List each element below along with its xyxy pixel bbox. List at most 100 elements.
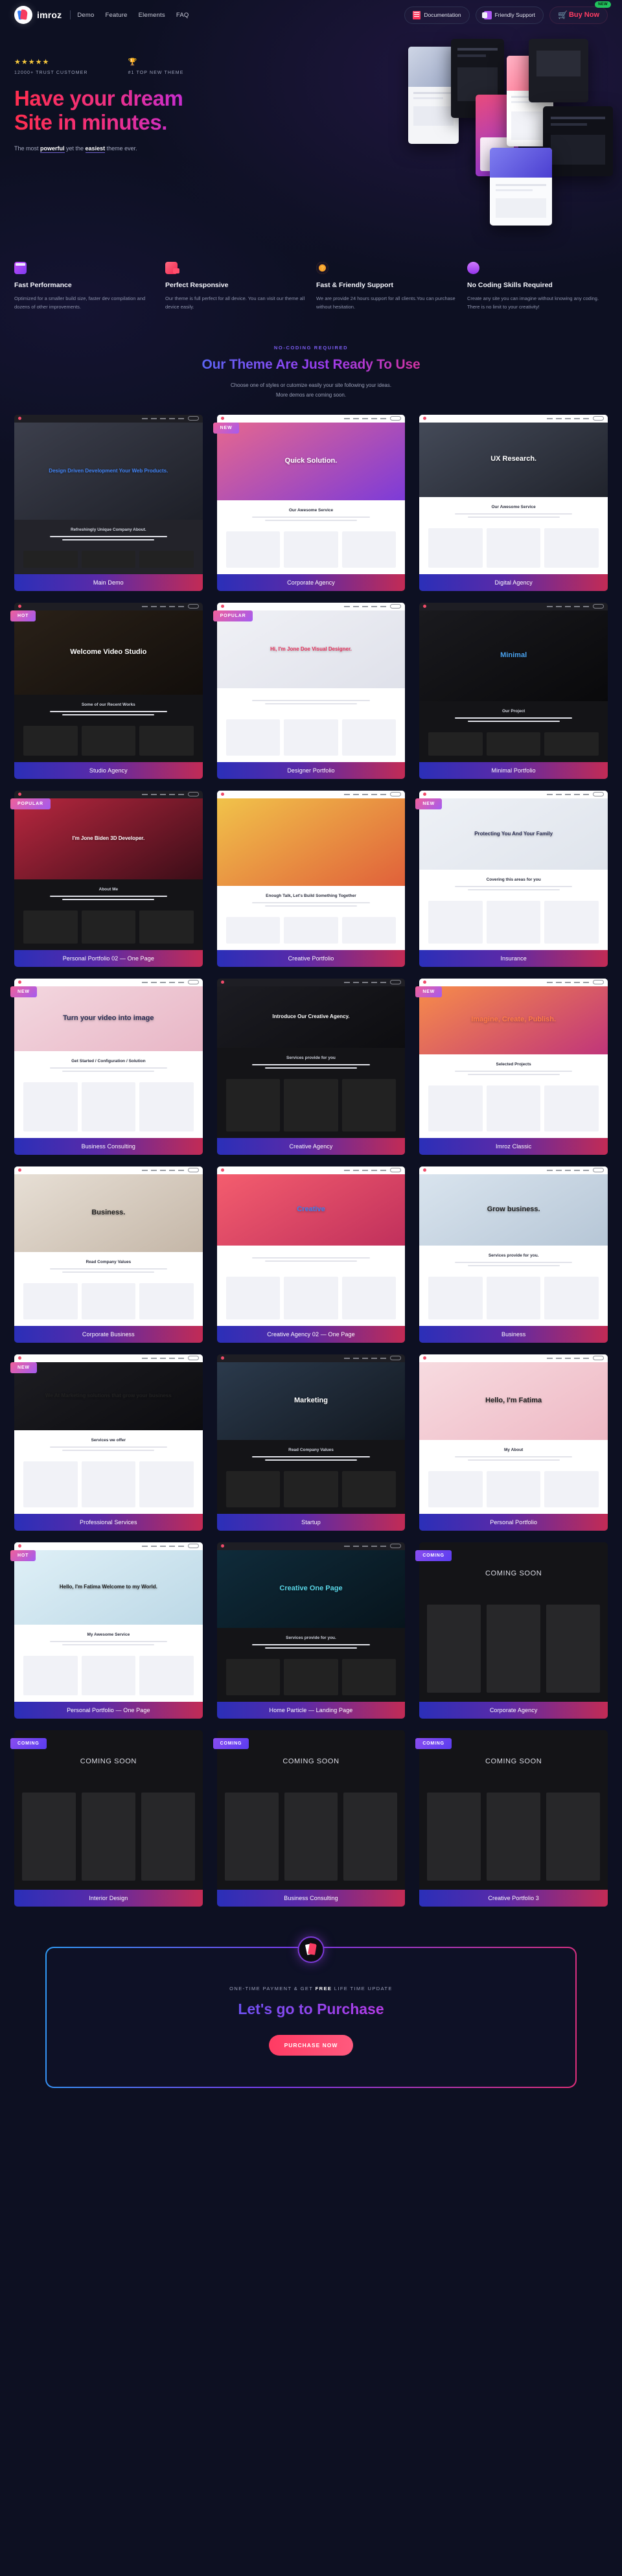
cta-logo-icon <box>299 1937 323 1962</box>
demo-screenshot[interactable]: Hello, I'm Fatima My About <box>419 1354 608 1514</box>
demo-screenshot[interactable]: Turn your video into image Get Started / … <box>14 978 203 1138</box>
demo-screenshot[interactable]: COMING SOON <box>419 1730 608 1890</box>
demo-screenshot[interactable]: Hi, I'm Jone Doe Visual Designer. <box>216 602 406 762</box>
demo-card[interactable]: HOT Hello, I'm Fatima Welcome to my World… <box>10 1542 203 1719</box>
demo-screenshot[interactable]: Grow business. Services provide for you. <box>419 1166 608 1326</box>
demo-label[interactable]: Startup <box>216 1513 406 1531</box>
demo-label[interactable]: Interior Design <box>14 1889 203 1907</box>
demo-card[interactable]: POPULAR Hi, I'm Jone Doe Visual Designer.… <box>213 602 406 779</box>
demo-label[interactable]: Digital Agency <box>419 574 608 591</box>
demo-label[interactable]: Creative Portfolio 3 <box>419 1889 608 1907</box>
demo-card[interactable]: Hello, I'm Fatima My About Personal Portfo… <box>419 1354 608 1531</box>
demo-screenshot[interactable]: Welcome Video Studio Some of our Recent W… <box>14 602 203 762</box>
demo-card[interactable]: COMING COMING SOON Corporate Agency <box>415 1542 608 1719</box>
demo-screenshot[interactable]: I'm Jone Biden 3D Developer. About Me <box>14 790 203 950</box>
demo-label[interactable]: Creative Portfolio <box>216 949 406 967</box>
demo-screenshot[interactable]: We At Marketing solutions that grow your… <box>14 1354 203 1514</box>
demo-screenshot[interactable]: Creative One Page Services provide for yo… <box>216 1542 406 1702</box>
demo-label[interactable]: Creative Agency 02 — One Page <box>216 1325 406 1343</box>
demo-screenshot[interactable]: Marketing Read Company Values <box>216 1354 406 1514</box>
preview-logo-icon <box>423 981 427 984</box>
demo-card[interactable]: NEW Protecting You And Your Family Coverin… <box>415 790 608 967</box>
demo-card[interactable]: COMING COMING SOON Business Consulting <box>213 1730 406 1907</box>
nav-link-faq[interactable]: FAQ <box>176 12 189 19</box>
demo-card[interactable]: HOT Welcome Video Studio Some of our Recen… <box>10 602 203 779</box>
demo-label[interactable]: Corporate Business <box>14 1325 203 1343</box>
demo-card[interactable]: NEW We At Marketing solutions that grow y… <box>10 1354 203 1531</box>
demo-screenshot[interactable]: Business. Read Company Values <box>14 1166 203 1326</box>
demo-label[interactable]: Corporate Agency <box>419 1701 608 1719</box>
demo-screenshot[interactable]: Enough Talk, Let's Build Something Toget… <box>216 790 406 950</box>
demo-card[interactable]: NEW Imagine, Create, Publish. Selected Pro… <box>415 978 608 1155</box>
preview-tile <box>486 1085 541 1131</box>
nav-link-feature[interactable]: Feature <box>106 12 128 19</box>
demo-card[interactable]: COMING COMING SOON Interior Design <box>10 1730 203 1907</box>
demo-screenshot[interactable]: Design Driven Development Your Web Produ… <box>14 414 203 574</box>
preview-headline: Turn your video into image <box>63 1014 154 1022</box>
demo-screenshot[interactable]: Quick Solution. Our Awesome Service <box>216 414 406 574</box>
preview-cta-button <box>390 980 402 985</box>
demo-card[interactable]: Design Driven Development Your Web Produ… <box>14 414 203 591</box>
demo-card[interactable]: NEW Quick Solution. Our Awesome Service Cor… <box>213 414 406 591</box>
demo-card[interactable]: Creative Creative Agency 02 — One Page <box>216 1166 406 1343</box>
preview-nav-links <box>344 1545 387 1547</box>
demo-label[interactable]: Creative Agency <box>216 1137 406 1155</box>
demo-label[interactable]: Home Particle — Landing Page <box>216 1701 406 1719</box>
demo-card[interactable]: Marketing Read Company Values Startup <box>216 1354 406 1531</box>
demo-label[interactable]: Main Demo <box>14 574 203 591</box>
demo-card[interactable]: NEW Turn your video into image Get Started… <box>10 978 203 1155</box>
nav-link-elements[interactable]: Elements <box>139 12 165 19</box>
preview-cta-button <box>187 1544 199 1549</box>
demo-card[interactable]: Introduce Our Creative Agency. Services p… <box>216 978 406 1155</box>
buy-now-button[interactable]: 🛒 Buy Now NEW <box>549 1 611 24</box>
demo-screenshot[interactable]: COMING SOON <box>216 1730 406 1890</box>
demo-preview: Creative One Page Services provide for yo… <box>216 1542 406 1702</box>
demo-label[interactable]: Designer Portfolio <box>216 761 406 779</box>
demo-screenshot[interactable]: Minimal Our Project <box>419 602 608 762</box>
demo-label[interactable]: Corporate Agency <box>216 574 406 591</box>
demo-label[interactable]: Business <box>419 1325 608 1343</box>
nav-link-demo[interactable]: Demo <box>77 12 94 19</box>
demo-screenshot[interactable]: UX Research. Our Awesome Service <box>419 414 608 574</box>
demo-label[interactable]: Personal Portfolio <box>419 1513 608 1531</box>
section-title: Our Theme Are Just Ready To Use <box>0 357 622 373</box>
demo-card[interactable]: Enough Talk, Let's Build Something Toget… <box>216 790 406 967</box>
demo-label[interactable]: Business Consulting <box>14 1137 203 1155</box>
demo-card[interactable]: Minimal Our Project Minimal Portfolio <box>419 602 608 779</box>
demo-label[interactable]: Insurance <box>419 949 608 967</box>
preview-tiles <box>225 719 397 756</box>
demo-screenshot[interactable]: COMING SOON <box>14 1730 203 1890</box>
preview-cta-button <box>187 1356 199 1361</box>
star-rating-icon: ★★★★★ <box>14 58 50 66</box>
demo-label[interactable]: Professional Services <box>14 1513 203 1531</box>
hero-title-line1: Have your dream <box>14 86 183 110</box>
demo-label[interactable]: Minimal Portfolio <box>419 761 608 779</box>
friendly-support-button[interactable]: Friendly Support <box>475 6 544 24</box>
features-row: Fast Performance Optimized for a smaller… <box>0 250 622 311</box>
demo-card[interactable]: POPULAR I'm Jone Biden 3D Developer. About… <box>10 790 203 967</box>
demo-card[interactable]: UX Research. Our Awesome Service Digital A… <box>419 414 608 591</box>
demo-label[interactable]: Studio Agency <box>14 761 203 779</box>
demo-label[interactable]: Business Consulting <box>216 1889 406 1907</box>
demo-label[interactable]: Personal Portfolio 02 — One Page <box>14 949 203 967</box>
demo-screenshot[interactable]: Creative <box>216 1166 406 1326</box>
preview-cta-button <box>187 604 199 609</box>
demo-screenshot[interactable]: Hello, I'm Fatima Welcome to my World. My… <box>14 1542 203 1702</box>
demo-screenshot[interactable]: COMING SOON <box>419 1542 608 1702</box>
demo-card[interactable]: COMING COMING SOON Creative Portfolio 3 <box>415 1730 608 1907</box>
preview-navbar <box>14 1354 203 1362</box>
demo-card[interactable]: Business. Read Company Values Corporate Bu… <box>14 1166 203 1343</box>
demo-card[interactable]: Creative One Page Services provide for yo… <box>216 1542 406 1719</box>
demo-preview: Enough Talk, Let's Build Something Toget… <box>216 790 406 950</box>
demo-screenshot[interactable]: Protecting You And Your Family Covering t… <box>419 790 608 950</box>
purchase-now-button[interactable]: PURCHASE NOW <box>268 2034 354 2056</box>
demo-card[interactable]: Grow business. Services provide for you. B… <box>419 1166 608 1343</box>
demo-screenshot[interactable]: Introduce Our Creative Agency. Services p… <box>216 978 406 1138</box>
demo-screenshot[interactable]: Imagine, Create, Publish. Selected Projec… <box>419 978 608 1138</box>
documentation-button[interactable]: Documentation <box>404 6 470 24</box>
hero-sub-post: theme ever. <box>105 145 137 152</box>
demo-label[interactable]: Imroz Classic <box>419 1137 608 1155</box>
preview-cta-button <box>390 416 402 421</box>
brand[interactable]: imroz <box>14 6 62 24</box>
demo-label[interactable]: Personal Portfolio — One Page <box>14 1701 203 1719</box>
